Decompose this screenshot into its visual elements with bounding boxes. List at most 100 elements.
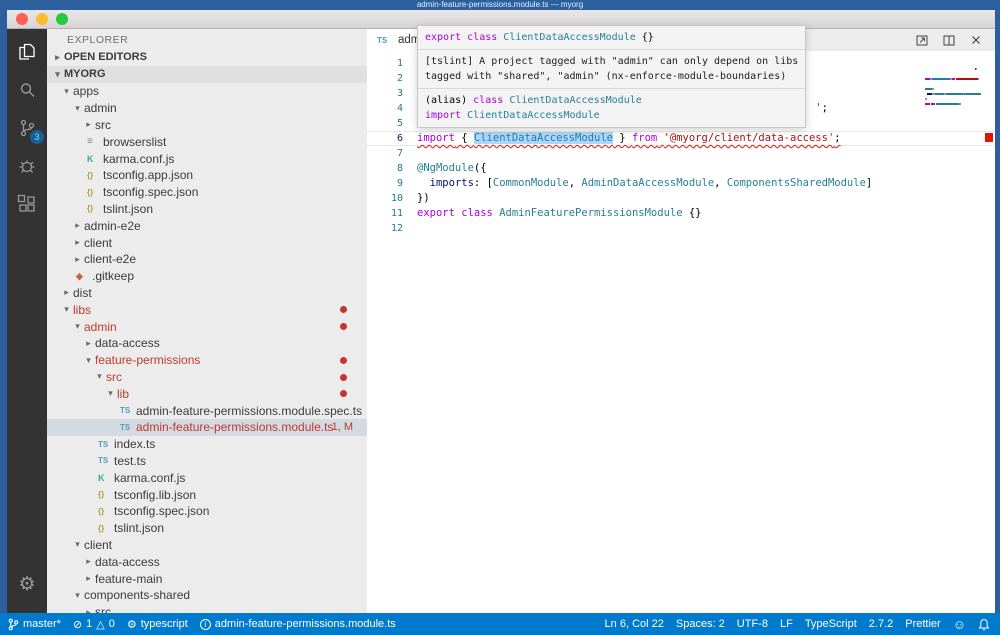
tree-item-tsconfig.spec.json[interactable]: {}tsconfig.spec.json: [47, 184, 367, 201]
ts-version[interactable]: 2.7.2: [869, 618, 893, 630]
tree-item-karma.conf.js[interactable]: Kkarma.conf.js: [47, 150, 367, 167]
tree-item-data-access[interactable]: ▸data-access: [47, 335, 367, 352]
tree-item-libs[interactable]: ▾libs: [47, 301, 367, 318]
code-line-7[interactable]: 7: [367, 146, 995, 161]
cursor-position[interactable]: Ln 6, Col 22: [605, 618, 664, 630]
tree-item-client[interactable]: ▸client: [47, 234, 367, 251]
chevron-right-icon[interactable]: ▸: [60, 287, 73, 298]
explorer-icon[interactable]: [7, 33, 47, 71]
tree-item-.gitkeep[interactable]: ◈.gitkeep: [47, 268, 367, 285]
tree-item-dist[interactable]: ▸dist: [47, 285, 367, 302]
file-tree: ▾apps▾admin▸src≡browserslistKkarma.conf.…: [47, 83, 367, 613]
tree-item-label: lib: [117, 387, 129, 401]
language-mode[interactable]: TypeScript: [805, 618, 857, 630]
tree-item-apps[interactable]: ▾apps: [47, 83, 367, 100]
extensions-icon[interactable]: [7, 185, 47, 223]
tree-item-admin-feature-permissions.module.ts[interactable]: TSadmin-feature-permissions.module.ts1, …: [47, 419, 367, 436]
file-info-label: admin-feature-permissions.module.ts: [215, 618, 396, 630]
close-editor-icon[interactable]: [969, 33, 983, 47]
tree-item-components-shared[interactable]: ▾components-shared: [47, 587, 367, 604]
tree-item-tsconfig.spec.json[interactable]: {}tsconfig.spec.json: [47, 503, 367, 520]
tree-item-tslint.json[interactable]: {}tslint.json: [47, 201, 367, 218]
prettier-status[interactable]: Prettier: [905, 618, 940, 630]
tree-item-admin[interactable]: ▾admin: [47, 100, 367, 117]
tree-item-index.ts[interactable]: TSindex.ts: [47, 436, 367, 453]
indentation[interactable]: Spaces: 2: [676, 618, 725, 630]
tree-item-feature-main[interactable]: ▸feature-main: [47, 570, 367, 587]
search-icon[interactable]: [7, 71, 47, 109]
chevron-down-icon[interactable]: ▾: [71, 590, 84, 601]
hover-popup: export class ClientDataAccessModule {} […: [417, 25, 806, 128]
overview-ruler[interactable]: [983, 29, 995, 613]
code-token: AdminFeaturePermissionsModule: [499, 207, 682, 219]
minimap[interactable]: [925, 53, 981, 113]
chevron-down-icon[interactable]: ▾: [71, 539, 84, 550]
git-branch-indicator[interactable]: master*: [8, 618, 61, 631]
tree-item-data-access[interactable]: ▸data-access: [47, 553, 367, 570]
tree-item-label: tsconfig.spec.json: [114, 504, 209, 518]
notifications-bell-icon[interactable]: [978, 618, 990, 631]
chevron-down-icon[interactable]: ▾: [60, 304, 73, 315]
tree-item-admin[interactable]: ▾admin: [47, 318, 367, 335]
tree-item-src[interactable]: ▸src: [47, 604, 367, 613]
zoom-window-button[interactable]: [56, 13, 68, 25]
chevron-right-icon[interactable]: ▸: [82, 573, 95, 584]
tree-item-karma.conf.js[interactable]: Kkarma.conf.js: [47, 469, 367, 486]
open-editors-header[interactable]: ▸ OPEN EDITORS: [47, 49, 367, 66]
chevron-down-icon[interactable]: ▾: [82, 355, 95, 366]
code-token: import: [417, 132, 455, 144]
tree-item-test.ts[interactable]: TStest.ts: [47, 453, 367, 470]
tree-item-tslint.json[interactable]: {}tslint.json: [47, 520, 367, 537]
file-info-indicator[interactable]: i admin-feature-permissions.module.ts: [200, 618, 396, 630]
chevron-right-icon[interactable]: ▸: [82, 119, 95, 130]
debug-icon[interactable]: [7, 147, 47, 185]
typescript-status[interactable]: ⚙ typescript: [127, 618, 188, 631]
tree-item-tsconfig.app.json[interactable]: {}tsconfig.app.json: [47, 167, 367, 184]
source-control-icon[interactable]: 3: [7, 109, 47, 147]
feedback-smiley-icon[interactable]: ☺: [953, 618, 966, 631]
chevron-down-icon[interactable]: ▾: [71, 103, 84, 114]
settings-gear-icon[interactable]: ⚙: [7, 565, 47, 603]
code-token: }): [417, 192, 430, 204]
code-token: @NgModule: [417, 162, 474, 174]
minimize-window-button[interactable]: [36, 13, 48, 25]
close-window-button[interactable]: [16, 13, 28, 25]
tree-item-admin-feature-permissions.module.spec.ts[interactable]: TSadmin-feature-permissions.module.spec.…: [47, 402, 367, 419]
chevron-down-icon[interactable]: ▾: [60, 86, 73, 97]
problems-indicator[interactable]: ⊘ 1 △ 0: [73, 618, 115, 631]
eol-sequence[interactable]: LF: [780, 618, 793, 630]
tree-item-client[interactable]: ▾client: [47, 537, 367, 554]
code-line-11[interactable]: 11export class AdminFeaturePermissionsMo…: [367, 206, 995, 221]
linter-label: typescript: [141, 618, 188, 630]
tree-item-src[interactable]: ▾src: [47, 369, 367, 386]
tree-item-src[interactable]: ▸src: [47, 117, 367, 134]
tree-item-admin-e2e[interactable]: ▸admin-e2e: [47, 217, 367, 234]
code-line-6[interactable]: 6import { ClientDataAccessModule } from …: [367, 131, 995, 146]
code-line-9[interactable]: 9 imports: [CommonModule, AdminDataAcces…: [367, 176, 995, 191]
split-editor-icon[interactable]: [942, 33, 956, 47]
tree-item-client-e2e[interactable]: ▸client-e2e: [47, 251, 367, 268]
code-token: ClientDataAccessModule: [509, 95, 641, 106]
chevron-right-icon[interactable]: ▸: [71, 254, 84, 265]
code-token: {}: [636, 32, 654, 43]
code-token: from: [632, 132, 657, 144]
chevron-right-icon[interactable]: ▸: [71, 220, 84, 231]
tree-item-lib[interactable]: ▾lib: [47, 385, 367, 402]
encoding[interactable]: UTF-8: [737, 618, 768, 630]
chevron-down-icon[interactable]: ▾: [71, 321, 84, 332]
chevron-right-icon[interactable]: ▸: [82, 607, 95, 613]
chevron-down-icon[interactable]: ▾: [104, 388, 117, 399]
chevron-right-icon[interactable]: ▸: [82, 338, 95, 349]
workspace-root-header[interactable]: ▾ MYORG: [47, 66, 367, 83]
code-line-8[interactable]: 8@NgModule({: [367, 161, 995, 176]
chevron-right-icon[interactable]: ▸: [82, 556, 95, 567]
tree-item-tsconfig.lib.json[interactable]: {}tsconfig.lib.json: [47, 486, 367, 503]
open-changes-icon[interactable]: [915, 33, 929, 47]
chevron-right-icon[interactable]: ▸: [71, 237, 84, 248]
code-line-10[interactable]: 10}): [367, 191, 995, 206]
chevron-down-icon[interactable]: ▾: [93, 371, 106, 382]
tree-item-browserslist[interactable]: ≡browserslist: [47, 133, 367, 150]
tree-item-feature-permissions[interactable]: ▾feature-permissions: [47, 352, 367, 369]
error-icon: ⊘: [73, 618, 82, 631]
code-line-12[interactable]: 12: [367, 221, 995, 236]
